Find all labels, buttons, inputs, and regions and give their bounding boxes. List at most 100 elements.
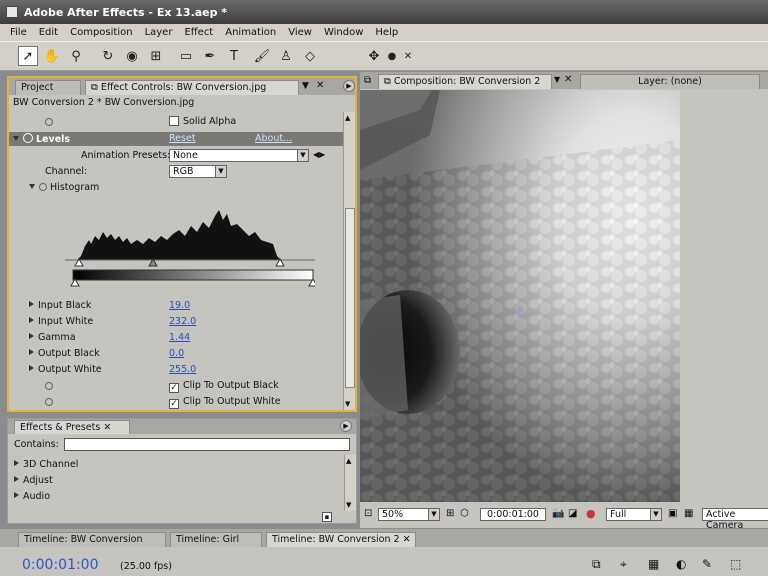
expand-triangle-icon[interactable]	[29, 301, 34, 307]
menu-animation[interactable]: Animation	[225, 27, 276, 38]
menu-view[interactable]: View	[288, 27, 312, 38]
composition-viewer[interactable]	[360, 90, 680, 502]
expand-triangle-icon[interactable]	[29, 365, 34, 371]
viewer-image	[360, 90, 680, 502]
menu-help[interactable]: Help	[375, 27, 398, 38]
solid-alpha-checkbox[interactable]: Solid Alpha	[169, 116, 236, 130]
mask-visibility-icon[interactable]: ⬡	[460, 508, 469, 519]
input-black-value[interactable]: 19.0	[169, 300, 190, 314]
category-3d-channel[interactable]: 3D Channel	[14, 459, 78, 473]
rectangle-mask-tool-icon[interactable]: ▭	[176, 46, 196, 66]
preset-nav-arrows-icon[interactable]: ◀▶	[313, 150, 325, 164]
scroll-up-icon[interactable]: ▲	[345, 114, 350, 122]
clip-to-output-black-checkbox[interactable]: ✓ Clip To Output Black	[169, 380, 279, 394]
snapshot-camera-icon[interactable]: 📷	[552, 508, 564, 519]
pan-behind-tool-icon[interactable]: ⊞	[146, 46, 166, 66]
clip-white-stopwatch-icon[interactable]	[45, 397, 53, 411]
expand-triangle-icon[interactable]	[29, 317, 34, 323]
transparency-grid-icon[interactable]: ▦	[684, 508, 693, 519]
always-preview-icon[interactable]: ⊡	[364, 508, 372, 519]
tab-menu-arrow-icon[interactable]: ▼	[554, 75, 560, 84]
close-icon[interactable]: ✕	[564, 74, 572, 85]
orbit-camera-tool-icon[interactable]: ◉	[122, 46, 142, 66]
comp-mini-flowchart-icon[interactable]: ⧉	[592, 557, 601, 572]
gamma-value[interactable]: 1.44	[169, 332, 190, 346]
expand-triangle-icon[interactable]	[29, 349, 34, 355]
close-icon[interactable]: ✕	[103, 422, 111, 433]
live-update-icon[interactable]: ⌖	[620, 557, 627, 572]
region-of-interest-icon[interactable]: ▣	[668, 508, 677, 519]
output-black-value[interactable]: 0.0	[169, 348, 184, 362]
clone-stamp-tool-icon[interactable]: ♙	[276, 46, 296, 66]
menu-composition[interactable]: Composition	[70, 27, 132, 38]
reset-link[interactable]: Reset	[169, 133, 196, 147]
histogram-graph[interactable]	[65, 196, 315, 296]
menu-edit[interactable]: Edit	[39, 27, 58, 38]
tab-project[interactable]: Project	[15, 80, 81, 95]
effects-scrollbar[interactable]: ▲ ▼	[344, 455, 356, 511]
tab-timeline-bw-conversion[interactable]: Timeline: BW Conversion	[18, 532, 166, 547]
input-white-value[interactable]: 232.0	[169, 316, 196, 330]
expand-triangle-icon[interactable]	[29, 184, 35, 189]
brush-tool-icon[interactable]: 🖌	[252, 46, 272, 66]
view-axis-icon[interactable]: ✕	[398, 46, 418, 66]
menu-layer[interactable]: Layer	[145, 27, 173, 38]
tab-timeline-girl[interactable]: Timeline: Girl	[170, 532, 262, 547]
scroll-up-icon[interactable]: ▲	[346, 457, 351, 465]
fx-enable-icon[interactable]	[23, 133, 33, 143]
panel-menu-icon[interactable]: ▶	[343, 80, 355, 92]
pen-tool-icon[interactable]: ✒	[200, 46, 220, 66]
show-snapshot-icon[interactable]: ◪	[568, 508, 577, 519]
menu-window[interactable]: Window	[324, 27, 363, 38]
close-icon[interactable]: ✕	[403, 534, 411, 545]
contains-search-input[interactable]	[64, 438, 350, 451]
channel-dropdown[interactable]: RGB ▼	[169, 165, 227, 178]
close-icon[interactable]: ✕	[316, 80, 324, 91]
frame-blending-icon[interactable]: ✎	[702, 557, 712, 571]
tab-menu-arrow-icon[interactable]: ▼	[302, 81, 309, 91]
category-audio[interactable]: Audio	[14, 491, 50, 505]
draft-3d-icon[interactable]: ▦	[648, 557, 659, 571]
category-label: 3D Channel	[23, 459, 79, 470]
current-time-field[interactable]: 0:00:01:00	[480, 508, 546, 521]
clip-black-stopwatch-icon[interactable]	[45, 381, 53, 395]
solid-alpha-stopwatch-icon[interactable]	[45, 117, 53, 131]
output-white-value[interactable]: 255.0	[169, 364, 196, 378]
menu-file[interactable]: File	[10, 27, 27, 38]
animation-presets-dropdown[interactable]: None ▼	[169, 149, 309, 162]
tab-timeline-bw-conversion-2[interactable]: Timeline: BW Conversion 2 ✕	[266, 532, 416, 547]
type-tool-icon[interactable]: T	[224, 46, 244, 66]
effect-controls-scrollbar[interactable]: ▲ ▼	[343, 112, 355, 410]
comp-flowchart-icon[interactable]: ⧉	[364, 75, 371, 86]
channel-color-icon[interactable]: ●	[586, 507, 596, 520]
clip-to-output-white-checkbox[interactable]: ✓ Clip To Output White	[169, 396, 281, 410]
zoom-dropdown[interactable]: 50% ▼	[378, 508, 440, 521]
tab-layer[interactable]: Layer: (none)	[580, 74, 760, 89]
tab-effects-presets[interactable]: Effects & Presets ✕	[14, 420, 130, 434]
scrollbar-thumb[interactable]	[345, 208, 355, 388]
collapse-triangle-icon[interactable]	[13, 136, 19, 141]
rotate-tool-icon[interactable]: ↻	[98, 46, 118, 66]
camera-view-dropdown[interactable]: Active Camera	[702, 508, 768, 531]
current-time-display[interactable]: 0:00:01:00	[22, 557, 99, 573]
axis-mode-icon[interactable]: ✥	[364, 46, 384, 66]
category-adjust[interactable]: Adjust	[14, 475, 53, 489]
resolution-dropdown[interactable]: Full ▼	[606, 508, 662, 521]
tab-effect-controls[interactable]: ⧉ Effect Controls: BW Conversion.jpg	[85, 80, 299, 95]
tab-composition[interactable]: ⧉ Composition: BW Conversion 2	[378, 74, 552, 89]
scroll-down-icon[interactable]: ▼	[346, 501, 351, 509]
hand-tool-icon[interactable]: ✋	[42, 46, 62, 66]
new-folder-icon[interactable]: ▪	[322, 512, 332, 522]
panel-menu-icon[interactable]: ▶	[340, 420, 352, 432]
scroll-down-icon[interactable]: ▼	[345, 400, 350, 408]
hide-shy-layers-icon[interactable]: ◐	[676, 557, 686, 571]
eraser-tool-icon[interactable]: ◇	[300, 46, 320, 66]
title-action-safe-icon[interactable]: ⊞	[446, 508, 454, 519]
zoom-tool-icon[interactable]: ⚲	[66, 46, 86, 66]
motion-blur-icon[interactable]: ⬚	[730, 557, 741, 571]
about-link[interactable]: About...	[255, 133, 292, 147]
selection-tool-icon[interactable]: ➚	[18, 46, 38, 66]
expand-triangle-icon[interactable]	[29, 333, 34, 339]
histogram-stopwatch-icon[interactable]	[39, 183, 47, 191]
menu-effect[interactable]: Effect	[184, 27, 213, 38]
